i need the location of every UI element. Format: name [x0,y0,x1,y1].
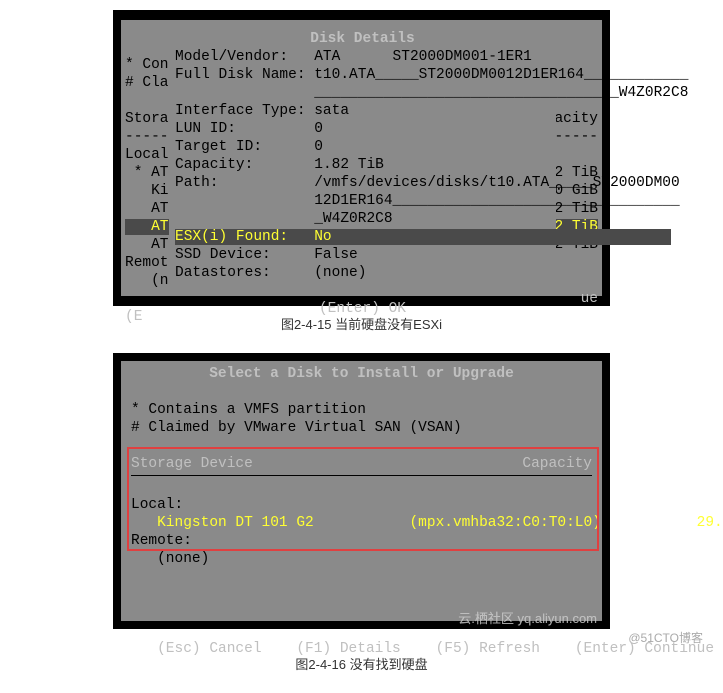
bg-e: (E [125,309,142,325]
tgt-label: Target ID: [175,139,262,155]
mv-label: Model/Vendor: [175,49,288,65]
lun-value: 0 [314,121,323,137]
mv-value: ATA ST2000DM001-1ER1 [314,49,532,65]
ssd-label: SSD Device: [175,247,271,263]
f5-refresh-button[interactable]: (F5) Refresh [436,641,540,657]
fig2-note2: # Claimed by VMware Virtual SAN (VSAN) [131,420,462,436]
remote-none-val: (none) [157,551,209,567]
bg-dash: ----- [125,129,169,145]
bg-at2: AT [125,201,169,217]
bg-l1: * Con [125,57,169,73]
bg-l2: # Cla [125,75,169,91]
esx-value: No [314,229,331,245]
bg-ki: Ki [125,183,169,199]
red-highlight-box [127,447,599,551]
fig2-note1: * Contains a VMFS partition [131,402,366,418]
fd-label: Full Disk Name: [175,67,306,83]
bg-dash2: ----- [554,129,598,145]
bg-left-col: * Con # Cla Stora ----- Local * AT Ki AT… [125,56,169,326]
bg-at4: AT [125,237,169,253]
esc-cancel-button[interactable]: (Esc) Cancel [157,641,261,657]
bg-atstar: * AT [125,165,169,181]
ds-label: Datastores: [175,265,271,281]
bg-right-col: acity ----- 2 TiB 0 GiB 2 TiB 2 TiB 2 Ti… [554,110,598,308]
fig1-screenshot: * Con # Cla Stora ----- Local * AT Ki AT… [113,10,610,306]
bg-at3: AT [125,219,169,235]
path-v2: 12D1ER164_______________________________… [314,193,679,209]
if-value: sata [314,103,349,119]
cap-value: 1.82 TiB [314,157,384,173]
fd-v2: ___________________________________W4Z0R… [314,85,688,101]
if-label: Interface Type: [175,103,306,119]
path-label: Path: [175,175,219,191]
bg-acity: acity [554,111,598,127]
bg-local: Local [125,147,169,163]
remote-none [131,551,157,567]
enter-ok-button[interactable]: (Enter) OK [175,300,550,318]
disk-details-title: Disk Details [175,30,550,48]
fig1-content: Disk DetailsModel/Vendor: ATA ST2000DM00… [175,30,550,286]
path-v1: /vmfs/devices/disks/t10.ATA_____ST2000DM… [314,175,679,191]
fd-v1: t10.ATA_____ST2000DM0012D1ER164_________… [314,67,688,83]
enter-continue-button[interactable]: (Enter) Continue [575,641,714,657]
esx-row: ESX(i) Found: No [175,229,671,245]
ssd-value: False [314,247,358,263]
ds-value: (none) [314,265,366,281]
esx-label: ESX(i) Found: [175,229,288,245]
bg-stora: Stora [125,111,169,127]
tgt-value: 0 [314,139,323,155]
bg-n: (n [125,273,169,289]
fig2-title: Select a Disk to Install or Upgrade [131,365,592,383]
fig2-buttons: (Esc) Cancel (F1) Details (F5) Refresh (… [131,640,592,658]
f1-details-button[interactable]: (F1) Details [296,641,400,657]
watermark: 云.栖社区 yq.aliyun.com [455,608,600,627]
disk-cap: 29.00 GiB [697,515,723,531]
bg-ue: ue [581,291,598,307]
lun-label: LUN ID: [175,121,236,137]
fig1-dialog: Disk DetailsModel/Vendor: ATA ST2000DM00… [169,26,556,290]
cap-label: Capacity: [175,157,253,173]
fig2-screenshot: Select a Disk to Install or Upgrade * Co… [113,353,610,629]
bg-remot: Remot [125,255,169,271]
path-v3: _W4Z0R2C8 [314,211,392,227]
